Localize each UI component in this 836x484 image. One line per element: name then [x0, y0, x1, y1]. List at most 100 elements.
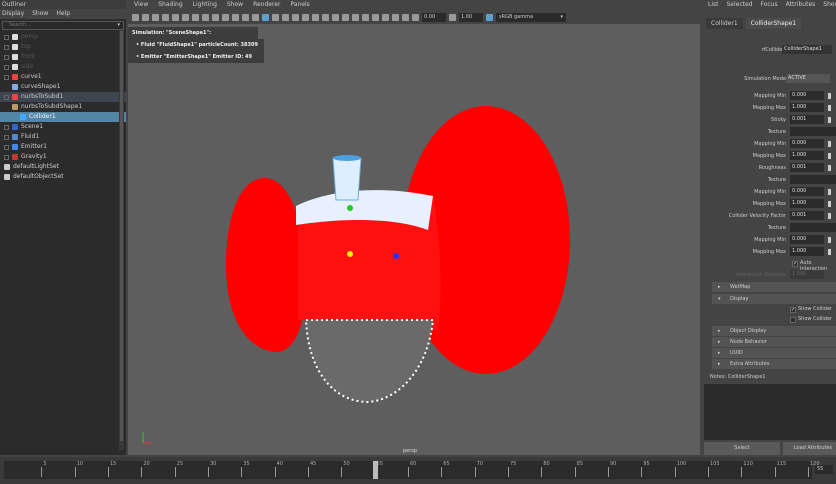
section-uuid[interactable]: UUID	[712, 348, 836, 358]
attribute-row: Mapping Max 1.000	[704, 199, 836, 209]
attribute-field[interactable]: 1.000	[790, 199, 824, 208]
attribute-field[interactable]	[790, 223, 836, 232]
attribute-field[interactable]: 1.000	[790, 151, 824, 160]
manipulator-y[interactable]	[347, 205, 353, 211]
load-attributes-button[interactable]: Load Attributes	[783, 442, 836, 455]
outliner-item[interactable]: defaultLightSet	[0, 162, 126, 172]
outliner-item[interactable]: Emitter1	[0, 142, 126, 152]
show-collider-checkbox-1[interactable]: ✓	[790, 307, 796, 313]
tab-collidershape1[interactable]: ColliderShape1	[745, 18, 802, 29]
expand-icon[interactable]	[4, 124, 9, 130]
manipulator-z[interactable]	[393, 253, 399, 259]
slider-handle[interactable]	[828, 93, 831, 99]
manipulator-center[interactable]	[347, 251, 353, 257]
outliner-item[interactable]: side	[0, 62, 126, 72]
attribute-field[interactable]: 0.001	[790, 115, 824, 124]
simulation-mode-select[interactable]: ACTIVE	[786, 74, 830, 83]
chevron-down-icon[interactable]: ▾	[117, 22, 120, 29]
section-display[interactable]: Display	[712, 294, 836, 304]
outliner-item[interactable]: curveShape1	[0, 82, 126, 92]
timeline-label: 15	[110, 461, 117, 467]
section-wetmap[interactable]: WetMap	[712, 282, 836, 292]
viewport-panel[interactable]: View Shading Lighting Show Renderer Pane…	[128, 0, 700, 455]
slider-handle[interactable]	[828, 153, 831, 159]
expand-icon[interactable]	[4, 64, 9, 70]
attribute-field[interactable]: 0.000	[790, 235, 824, 244]
tab-collider1[interactable]: Collider1	[706, 18, 743, 29]
slider-handle[interactable]	[828, 237, 831, 243]
timeline-tick	[808, 467, 809, 477]
menu-help[interactable]: Help	[56, 9, 70, 19]
attribute-field[interactable]: 0.000	[790, 187, 824, 196]
timeline[interactable]: 5 10 15 20 25 30 35 40 45 50 55 60 65 70 75 80 85 90 95 100…	[0, 457, 836, 484]
expand-icon[interactable]	[4, 34, 9, 40]
outliner-item[interactable]: nurbsToSubd1	[0, 92, 126, 102]
timeline-tick	[174, 467, 176, 477]
slider-handle[interactable]	[828, 105, 831, 111]
expand-icon[interactable]	[4, 74, 9, 80]
slider-handle[interactable]	[828, 201, 831, 207]
expand-icon[interactable]	[4, 94, 9, 100]
subd-icon	[12, 104, 18, 110]
slider-handle[interactable]	[828, 249, 831, 255]
collider-icon	[20, 114, 26, 120]
attribute-field[interactable]	[790, 127, 836, 136]
current-frame-field[interactable]: 55	[815, 465, 833, 474]
attr-menu-item[interactable]: Attributes	[786, 0, 816, 10]
menu-show[interactable]: Show	[32, 9, 48, 19]
attribute-field[interactable]: 1.000	[790, 103, 824, 112]
outliner-search-input[interactable]: Search... ▾	[2, 21, 124, 30]
notes-field[interactable]	[704, 384, 836, 440]
camera-icon	[12, 34, 18, 40]
slider-handle[interactable]	[828, 117, 831, 123]
timeline-tick	[741, 467, 743, 477]
outliner-item[interactable]: Scene1	[0, 122, 126, 132]
attribute-field[interactable]: 1.000	[790, 247, 824, 256]
attribute-field[interactable]: 0.001	[790, 211, 824, 220]
show-collider-checkbox-2[interactable]	[790, 317, 796, 323]
section-extra-attributes[interactable]: Extra Attributes	[712, 359, 836, 369]
slider-handle[interactable]	[828, 141, 831, 147]
expand-icon[interactable]	[4, 54, 9, 60]
current-time-marker[interactable]	[372, 461, 378, 479]
slider-handle[interactable]	[828, 165, 831, 171]
select-button[interactable]: Select	[704, 442, 780, 455]
outliner-item[interactable]: top	[0, 42, 126, 52]
outliner-item[interactable]: persp	[0, 32, 126, 42]
scene-render[interactable]: persp	[128, 0, 700, 455]
attr-menu-item[interactable]: Focus	[761, 0, 778, 10]
slider-handle[interactable]	[828, 189, 831, 195]
outliner-title: Outliner	[0, 0, 126, 9]
attr-menu-item[interactable]: Show	[823, 0, 836, 10]
attribute-field[interactable]: 0.001	[790, 163, 824, 172]
attribute-field[interactable]: 0.000	[790, 91, 824, 100]
expand-icon[interactable]	[4, 44, 9, 50]
outliner-scrollbar[interactable]	[119, 30, 124, 450]
attr-menu-item[interactable]: Selected	[727, 0, 753, 10]
outliner-item[interactable]: Fluid1	[0, 132, 126, 142]
attribute-field[interactable]: 0.000	[790, 139, 824, 148]
expand-icon[interactable]	[4, 144, 9, 150]
outliner-item[interactable]: curve1	[0, 72, 126, 82]
collider-sphere-left[interactable]	[226, 177, 306, 352]
section-node-behavior[interactable]: Node Behavior	[712, 337, 836, 347]
attr-menu-item[interactable]: List	[708, 0, 719, 10]
timeline-label: 5	[43, 461, 47, 467]
timeline-label: 40	[276, 461, 284, 467]
section-object-display[interactable]: Object Display	[712, 326, 836, 336]
timeline-tick	[508, 467, 509, 477]
outliner-panel: Outliner Display Show Help Search... ▾ pe…	[0, 0, 126, 455]
outliner-item[interactable]: defaultObjectSet	[0, 172, 126, 182]
expand-icon[interactable]	[4, 154, 9, 160]
menu-display[interactable]: Display	[2, 9, 24, 19]
expand-icon[interactable]	[4, 134, 9, 140]
timeline-label: 105	[710, 461, 720, 467]
outliner-item[interactable]: nurbsToSubdShape1	[0, 102, 126, 112]
outliner-item[interactable]: front	[0, 52, 126, 62]
slider-handle[interactable]	[828, 213, 831, 219]
outliner-item[interactable]: Gravity1	[0, 152, 126, 162]
attribute-field[interactable]	[790, 175, 836, 184]
auto-interaction-checkbox[interactable]: ✓	[792, 261, 798, 267]
outliner-item[interactable]: Collider1	[0, 112, 126, 122]
collider-name-field[interactable]: ColliderShape1	[782, 45, 832, 54]
